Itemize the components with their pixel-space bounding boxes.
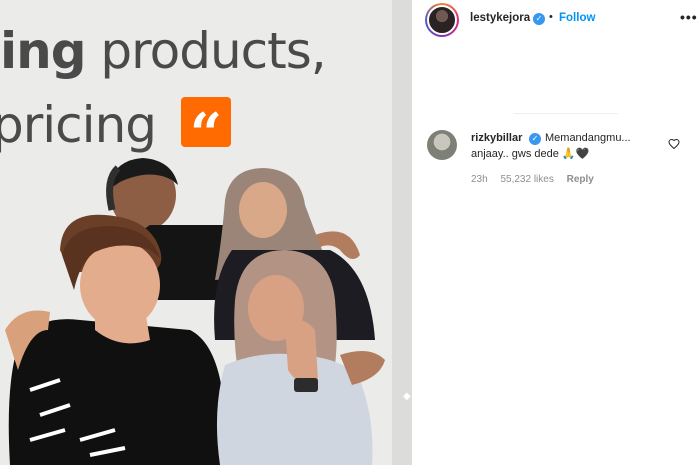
sign-text-line2: pricing: [0, 96, 157, 154]
comment-age: 23h: [471, 174, 488, 185]
comment-item: rizkybillar ✓ Memandangmu... anjaay.. gw…: [412, 126, 700, 196]
reply-button[interactable]: Reply: [567, 174, 594, 185]
caption-divider: [514, 113, 618, 114]
post-sidebar: lestykejora ✓ • Follow ••• rizkybillar ✓…: [412, 0, 700, 465]
comment-text-line2: anjaay.. gws dede 🙏🖤: [471, 148, 590, 160]
owner-username[interactable]: lestykejora: [470, 12, 530, 24]
owner-avatar[interactable]: [425, 3, 459, 37]
follow-button[interactable]: Follow: [559, 12, 595, 24]
comment-likes[interactable]: 55,232 likes: [500, 174, 553, 185]
separator-dot: •: [549, 11, 553, 23]
comment-text-line1: Memandangmu...: [545, 132, 631, 144]
more-options-icon[interactable]: •••: [680, 9, 698, 25]
post-header: lestykejora ✓ • Follow •••: [412, 0, 700, 40]
heart-icon[interactable]: [668, 138, 680, 150]
commenter-avatar[interactable]: [427, 130, 457, 160]
quote-logo-badge: “: [181, 97, 231, 167]
post-photo[interactable]: ing products, pricing “ ◆: [0, 0, 412, 465]
verified-badge-icon: ✓: [533, 13, 545, 25]
sign-text-line1: ing products,: [0, 22, 327, 80]
commenter-username[interactable]: rizkybillar: [471, 132, 522, 144]
scroll-indicator-icon: ◆: [403, 391, 411, 402]
verified-badge-icon: ✓: [529, 133, 541, 145]
comment-meta: 23h 55,232 likes Reply: [471, 174, 604, 185]
